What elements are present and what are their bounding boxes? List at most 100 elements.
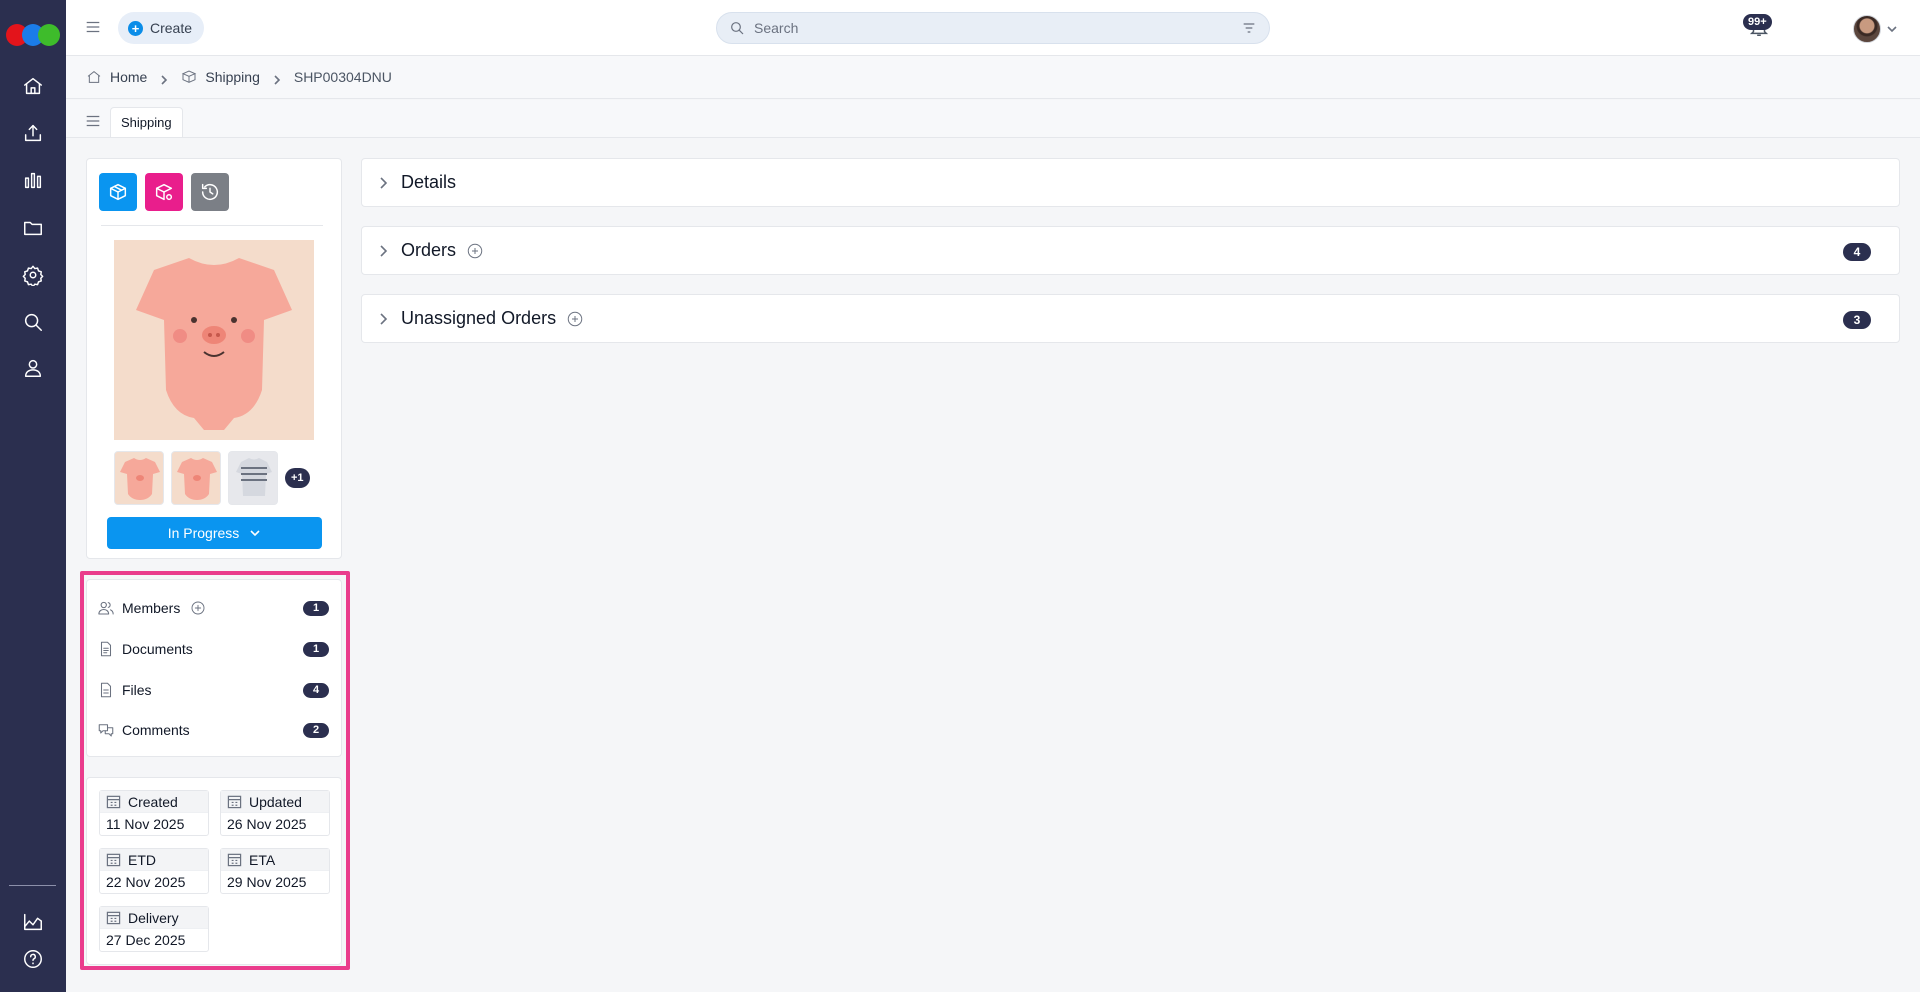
date-value: 27 Dec 2025	[106, 932, 186, 948]
divider	[101, 225, 323, 226]
date-value: 11 Nov 2025	[106, 816, 185, 832]
link-members[interactable]: Members 1	[97, 595, 329, 621]
search-icon[interactable]	[19, 308, 47, 336]
status-dropdown[interactable]: In Progress	[107, 517, 322, 549]
date-eta: ETA 29 Nov 2025	[220, 848, 330, 894]
section-title: Orders	[401, 240, 457, 260]
chevron-down-icon[interactable]	[1886, 22, 1900, 36]
count-badge: 4	[303, 683, 329, 698]
chart-icon[interactable]	[19, 166, 47, 194]
search-placeholder: Search	[754, 20, 799, 36]
breadcrumb: Home Shipping SHP00304DNU	[66, 56, 1920, 99]
add-member-icon[interactable]	[190, 600, 206, 616]
top-bar: + Create Search	[66, 0, 1920, 56]
calendar-icon	[227, 853, 242, 867]
link-label: Comments	[122, 722, 190, 738]
count-badge: 2	[303, 723, 329, 738]
count-badge: 4	[1843, 243, 1871, 261]
dates-card: Created 11 Nov 2025 Updated 26 Nov 2025 …	[86, 777, 342, 965]
add-unassigned-order-icon[interactable]	[566, 310, 584, 328]
shipping-box-icon	[182, 70, 197, 83]
product-thumbnail[interactable]	[114, 451, 164, 505]
link-comments[interactable]: Comments 2	[97, 717, 329, 743]
folder-icon[interactable]	[19, 214, 47, 242]
date-value: 29 Nov 2025	[227, 874, 307, 890]
breadcrumb-current: SHP00304DNU	[293, 69, 392, 85]
date-delivery: Delivery 27 Dec 2025	[99, 906, 209, 952]
settings-icon[interactable]	[19, 261, 47, 289]
create-button[interactable]: + Create	[118, 12, 205, 44]
status-label: In Progress	[167, 525, 240, 541]
chevron-down-icon	[250, 530, 260, 537]
date-label: Created	[128, 793, 178, 810]
tab-strip: Shipping	[66, 100, 1920, 138]
chevron-right-icon	[272, 72, 282, 85]
date-label: ETA	[249, 851, 276, 868]
date-label: Updated	[249, 793, 302, 810]
link-files[interactable]: Files 4	[97, 677, 329, 703]
create-label: Create	[150, 20, 193, 36]
link-documents[interactable]: Documents 1	[97, 636, 329, 662]
file-icon	[100, 682, 112, 698]
shipment-box-icon[interactable]	[99, 173, 137, 211]
chevron-right-icon	[159, 72, 169, 85]
product-thumbnail[interactable]	[228, 451, 278, 505]
notification-count-badge: 99+	[1743, 14, 1772, 30]
user-icon[interactable]	[19, 354, 47, 382]
count-badge: 1	[303, 601, 329, 616]
chevron-right-icon	[376, 312, 390, 326]
date-label: Delivery	[128, 909, 179, 926]
package-settings-icon[interactable]	[145, 173, 183, 211]
filter-icon[interactable]	[1241, 20, 1257, 36]
left-rail	[0, 0, 66, 992]
calendar-icon	[227, 795, 242, 809]
menu-toggle-icon[interactable]	[84, 18, 104, 38]
breadcrumb-home-label: Home	[110, 69, 148, 85]
calendar-icon	[106, 911, 121, 925]
reports-icon[interactable]	[19, 908, 47, 936]
breadcrumb-shipping-label: Shipping	[205, 69, 260, 85]
upload-icon[interactable]	[19, 119, 47, 147]
product-image[interactable]	[114, 240, 314, 440]
user-avatar[interactable]	[1853, 15, 1881, 43]
help-icon[interactable]	[19, 945, 47, 973]
home-icon	[87, 71, 101, 83]
section-details[interactable]: Details	[361, 158, 1900, 207]
shipment-summary-card: +1 In Progress	[86, 158, 342, 559]
related-links-card: Members 1 Documents 1 Files 4 Comments 2	[86, 579, 342, 757]
section-title: Unassigned Orders	[401, 308, 557, 328]
search-input[interactable]: Search	[716, 12, 1270, 44]
calendar-icon	[106, 795, 121, 809]
date-value: 22 Nov 2025	[106, 874, 186, 890]
tab-shipping[interactable]: Shipping	[110, 107, 183, 137]
more-images-badge[interactable]: +1	[285, 468, 310, 488]
date-label: ETD	[128, 851, 156, 868]
comments-icon	[98, 724, 114, 737]
breadcrumb-home[interactable]: Home	[86, 69, 147, 85]
count-badge: 1	[303, 642, 329, 657]
search-icon	[731, 22, 744, 35]
date-created: Created 11 Nov 2025	[99, 790, 209, 836]
chevron-right-icon	[376, 176, 390, 190]
breadcrumb-shipping[interactable]: Shipping	[181, 69, 260, 85]
link-label: Documents	[122, 641, 193, 657]
history-icon[interactable]	[191, 173, 229, 211]
date-updated: Updated 26 Nov 2025	[220, 790, 330, 836]
link-label: Files	[122, 682, 152, 698]
tabs-menu-icon[interactable]	[84, 112, 102, 135]
date-value: 26 Nov 2025	[227, 816, 307, 832]
app-logo[interactable]	[6, 24, 60, 48]
add-order-icon[interactable]	[466, 242, 484, 260]
count-badge: 3	[1843, 311, 1871, 329]
section-unassigned-orders[interactable]: Unassigned Orders 3	[361, 294, 1900, 343]
calendar-icon	[106, 853, 121, 867]
members-icon	[98, 601, 114, 615]
plus-icon: +	[128, 20, 143, 36]
product-thumbnail[interactable]	[171, 451, 221, 505]
document-icon	[100, 641, 112, 657]
rail-divider	[9, 885, 56, 886]
section-orders[interactable]: Orders 4	[361, 226, 1900, 275]
home-icon[interactable]	[19, 72, 47, 100]
section-title: Details	[401, 172, 457, 192]
link-label: Members	[122, 600, 181, 616]
